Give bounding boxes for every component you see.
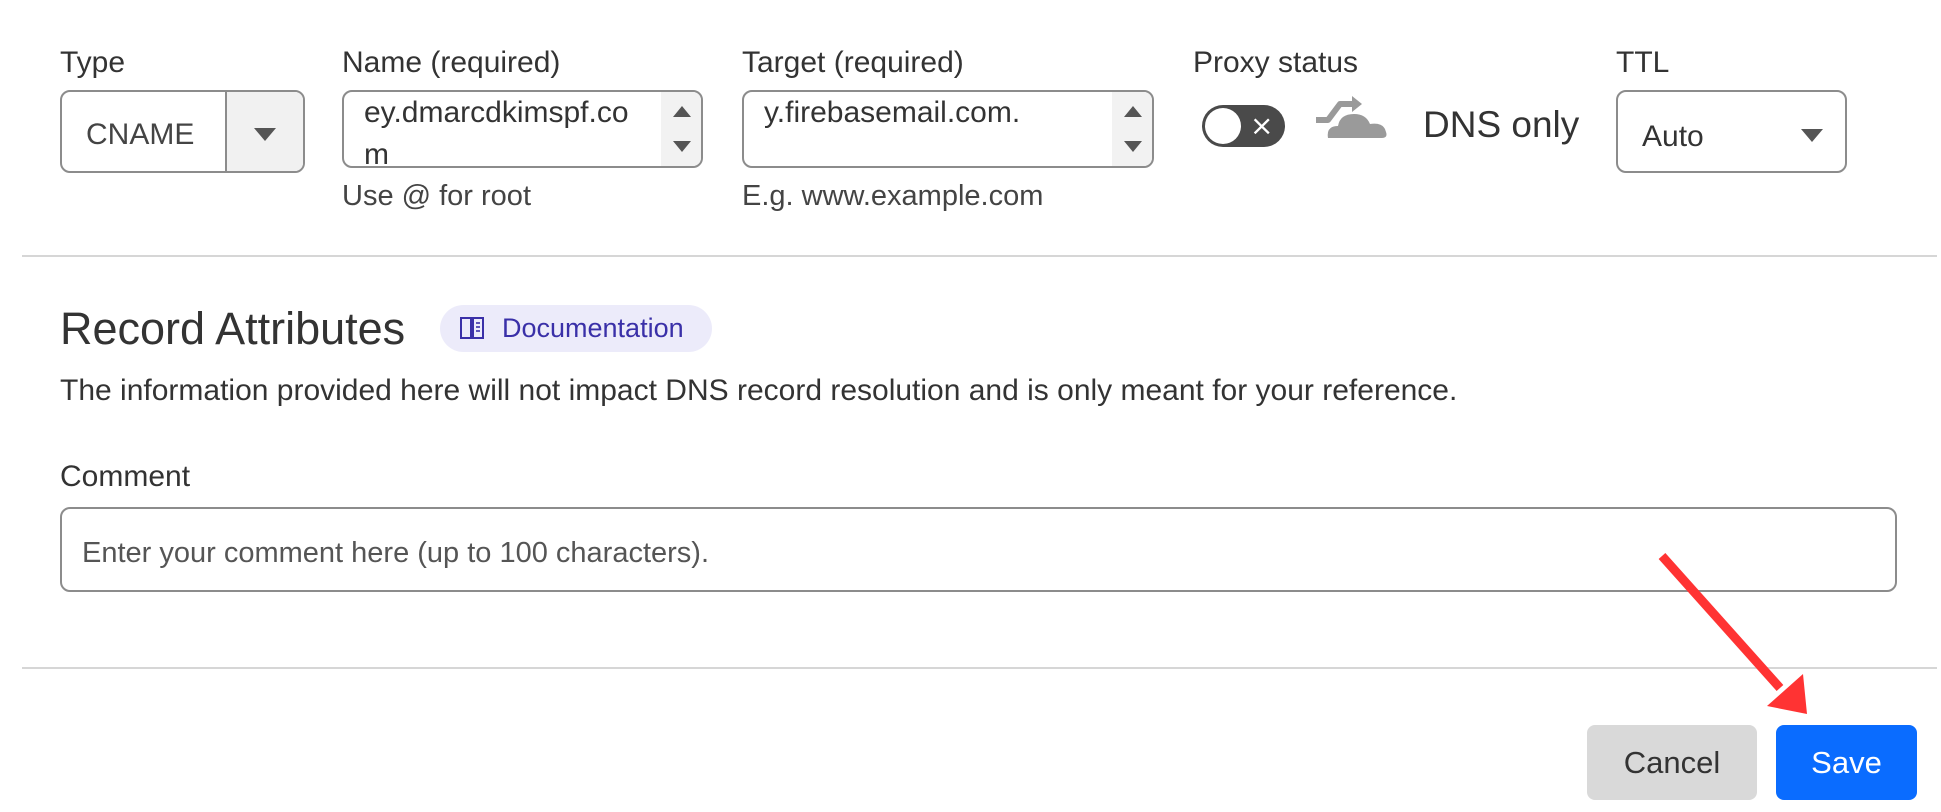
target-input-value: y.firebasemail.com. xyxy=(764,96,1021,129)
close-icon: × xyxy=(1250,109,1274,142)
arrow-head-icon xyxy=(1767,674,1807,714)
save-button[interactable]: Save xyxy=(1776,725,1917,800)
ttl-select[interactable]: Auto xyxy=(1616,90,1847,173)
name-input-value: ey.dmarcdkimspf.com xyxy=(364,96,629,168)
target-input-scrollbar[interactable] xyxy=(1112,92,1152,166)
section-description: The information provided here will not i… xyxy=(60,374,1458,407)
ttl-label: TTL xyxy=(1616,46,1670,79)
target-label: Target (required) xyxy=(742,46,964,79)
scroll-down-icon[interactable] xyxy=(673,141,691,152)
type-select-value: CNAME xyxy=(86,118,195,151)
section-title: Record Attributes xyxy=(60,303,406,354)
proxy-status-toggle[interactable]: × xyxy=(1202,105,1285,147)
name-input[interactable]: ey.dmarcdkimspf.com xyxy=(342,90,703,168)
chevron-down-icon xyxy=(254,128,276,141)
documentation-link[interactable]: Documentation xyxy=(440,305,712,352)
type-dropdown-toggle[interactable] xyxy=(225,92,303,171)
chevron-down-icon xyxy=(1801,129,1823,142)
footer-divider xyxy=(22,667,1937,669)
book-icon xyxy=(460,317,484,339)
proxy-status-label: Proxy status xyxy=(1193,46,1359,79)
name-hint: Use @ for root xyxy=(342,180,531,212)
target-hint: E.g. www.example.com xyxy=(742,180,1044,212)
ttl-select-value: Auto xyxy=(1642,120,1704,153)
name-label: Name (required) xyxy=(342,46,561,79)
scroll-up-icon[interactable] xyxy=(1124,106,1142,117)
name-input-scrollbar[interactable] xyxy=(661,92,701,166)
comment-input[interactable]: Enter your comment here (up to 100 chara… xyxy=(60,507,1897,592)
section-divider xyxy=(22,255,1937,257)
documentation-link-label: Documentation xyxy=(502,313,684,343)
cancel-button[interactable]: Cancel xyxy=(1587,725,1757,800)
comment-input-placeholder: Enter your comment here (up to 100 chara… xyxy=(82,537,710,569)
cloud-dns-only-icon xyxy=(1316,96,1387,138)
scroll-up-icon[interactable] xyxy=(673,106,691,117)
type-select[interactable]: CNAME xyxy=(60,90,305,173)
target-input[interactable]: y.firebasemail.com. xyxy=(742,90,1154,168)
proxy-status-text: DNS only xyxy=(1423,104,1580,145)
toggle-knob xyxy=(1205,108,1241,144)
type-label: Type xyxy=(60,46,126,79)
comment-label: Comment xyxy=(60,460,191,493)
scroll-down-icon[interactable] xyxy=(1124,141,1142,152)
